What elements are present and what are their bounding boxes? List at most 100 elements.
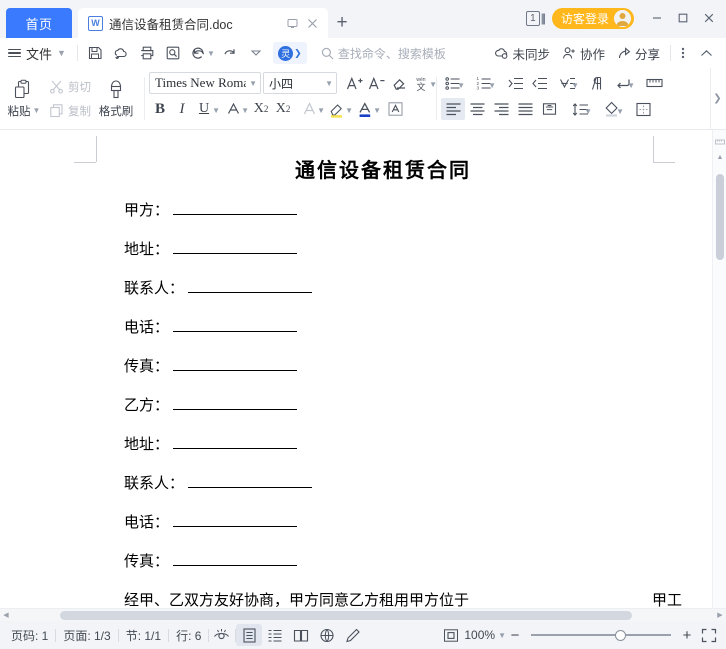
collaborate-button[interactable]: 协作 (556, 41, 611, 65)
justify-icon[interactable] (513, 98, 537, 120)
document-canvas[interactable]: 通信设备租赁合同 甲方： 地址： 联系人： 电话： 传真： 乙方： 地址： 联系… (0, 130, 726, 608)
print-preview-icon[interactable] (160, 41, 186, 65)
field-row[interactable]: 甲方： (124, 199, 298, 220)
italic-icon[interactable]: I (171, 98, 193, 120)
zoom-slider-knob[interactable] (615, 629, 626, 641)
numbering-icon[interactable]: 123 ▼ (472, 72, 496, 94)
show-marks-icon[interactable] (587, 72, 611, 94)
status-row[interactable]: 行: 6 (169, 627, 208, 644)
field-row[interactable]: 传真： (124, 550, 298, 571)
undo-dropdown-icon[interactable]: ▼ (207, 49, 215, 58)
underline-icon[interactable]: U ▼ (193, 98, 220, 120)
scroll-right-arrow[interactable]: ▶ (714, 611, 726, 619)
align-right-icon[interactable] (489, 98, 513, 120)
search-box[interactable]: 查找命令、搜索模板 (321, 45, 446, 62)
scroll-up-arrow[interactable]: ▲ (713, 150, 726, 164)
file-menu-button[interactable]: 文件 ▼ (0, 41, 73, 65)
login-button[interactable]: 访客登录 (551, 7, 634, 29)
field-row[interactable]: 电话： (124, 316, 298, 337)
field-row[interactable]: 传真： (124, 355, 298, 376)
scroll-left-arrow[interactable]: ◀ (0, 611, 12, 619)
status-page-of[interactable]: 页面: 1/3 (56, 627, 117, 644)
fill-blank[interactable] (173, 436, 298, 449)
field-row[interactable]: 联系人： (124, 277, 313, 298)
fullscreen-icon[interactable] (696, 624, 722, 646)
sync-status-button[interactable]: 未同步 (488, 41, 556, 65)
fill-blank[interactable] (173, 553, 298, 566)
field-row[interactable]: 地址： (124, 238, 298, 259)
scrollbar-track[interactable] (12, 610, 714, 620)
ruler-icon[interactable] (642, 72, 666, 94)
font-size-combo[interactable]: 小四 ▼ (263, 72, 337, 94)
print-icon[interactable] (134, 41, 160, 65)
status-section[interactable]: 节: 1/1 (119, 627, 168, 644)
customize-icon[interactable] (243, 41, 269, 65)
contract-paragraph[interactable]: 经甲、乙双方友好协商，甲方同意乙方租用甲方位于 甲工 (124, 589, 682, 608)
restore-icon[interactable] (282, 13, 302, 33)
fit-page-icon[interactable] (438, 624, 464, 646)
shading-icon[interactable]: ▼ (600, 98, 624, 120)
field-row[interactable]: 联系人： (124, 472, 313, 493)
copy-button[interactable]: 复制 (45, 99, 95, 123)
field-row[interactable]: 地址： (124, 433, 298, 454)
line-spacing-icon[interactable]: ▼ (568, 98, 592, 120)
vertical-scrollbar[interactable]: ▲ (712, 130, 726, 608)
scrollbar-thumb[interactable] (60, 610, 632, 620)
align-left-icon[interactable] (441, 98, 465, 120)
close-button[interactable] (696, 6, 722, 30)
zoom-level-button[interactable]: 100% ▼ (464, 628, 506, 642)
subscript-icon[interactable]: X2 (272, 98, 294, 120)
document-tab[interactable]: W 通信设备租赁合同.doc (78, 8, 328, 38)
borders-icon[interactable] (631, 98, 655, 120)
cut-button[interactable]: 剪切 (45, 75, 95, 99)
scrollbar-thumb[interactable] (716, 174, 724, 260)
bullets-icon[interactable]: ▼ (441, 72, 465, 94)
strikethrough-icon[interactable]: ▼ (222, 98, 249, 120)
fill-blank[interactable] (173, 358, 298, 371)
align-center-icon[interactable] (465, 98, 489, 120)
decrease-indent-icon[interactable] (503, 72, 527, 94)
cloud-save-icon[interactable] (108, 41, 134, 65)
fill-blank[interactable] (188, 280, 313, 293)
focus-mode-icon[interactable] (209, 624, 235, 646)
zoom-slider[interactable] (531, 628, 671, 642)
pinyin-guide-icon[interactable]: wén 文 ▼ (410, 72, 437, 94)
page-view-icon[interactable] (236, 624, 263, 646)
share-button[interactable]: 分享 (611, 41, 666, 65)
page-count-badge[interactable]: 1 ||| (526, 10, 546, 26)
character-border-icon[interactable] (384, 98, 406, 120)
new-tab-button[interactable]: + (328, 8, 356, 38)
save-icon[interactable] (82, 41, 108, 65)
decrease-font-icon[interactable] (366, 72, 388, 94)
zoom-in-button[interactable]: + (678, 627, 696, 644)
field-row[interactable]: 乙方： (124, 394, 298, 415)
paste-button[interactable]: 粘贴 ▼ (3, 71, 45, 127)
fill-blank[interactable] (173, 514, 298, 527)
ruler-toggle-icon[interactable] (713, 134, 726, 150)
horizontal-scrollbar[interactable]: ◀ ▶ (0, 608, 726, 621)
fill-blank[interactable] (173, 319, 298, 332)
field-row[interactable]: 电话： (124, 511, 298, 532)
fill-blank[interactable] (173, 241, 298, 254)
maximize-button[interactable] (670, 6, 696, 30)
minimize-button[interactable] (644, 6, 670, 30)
collapse-ribbon-button[interactable] (694, 41, 722, 65)
highlight-icon[interactable]: ▼ (326, 98, 353, 120)
increase-indent-icon[interactable] (527, 72, 551, 94)
distribute-icon[interactable] (537, 98, 561, 120)
wps-ai-button[interactable]: 灵 ❯ (272, 42, 307, 64)
fill-blank[interactable] (173, 397, 298, 410)
home-tab[interactable]: 首页 (6, 8, 72, 38)
fill-blank[interactable] (188, 475, 313, 488)
outline-view-icon[interactable] (262, 624, 288, 646)
reading-view-icon[interactable] (288, 624, 314, 646)
zoom-out-button[interactable]: − (506, 627, 524, 644)
font-color-icon[interactable]: ▼ (354, 98, 381, 120)
status-page-number[interactable]: 页码: 1 (4, 627, 55, 644)
more-options-button[interactable] (675, 41, 694, 65)
fill-blank[interactable] (173, 202, 298, 215)
font-name-combo[interactable]: Times New Roma ▼ (149, 72, 261, 94)
increase-font-icon[interactable] (344, 72, 366, 94)
sort-icon[interactable]: ▼ (555, 72, 579, 94)
redo-icon[interactable] (217, 41, 243, 65)
